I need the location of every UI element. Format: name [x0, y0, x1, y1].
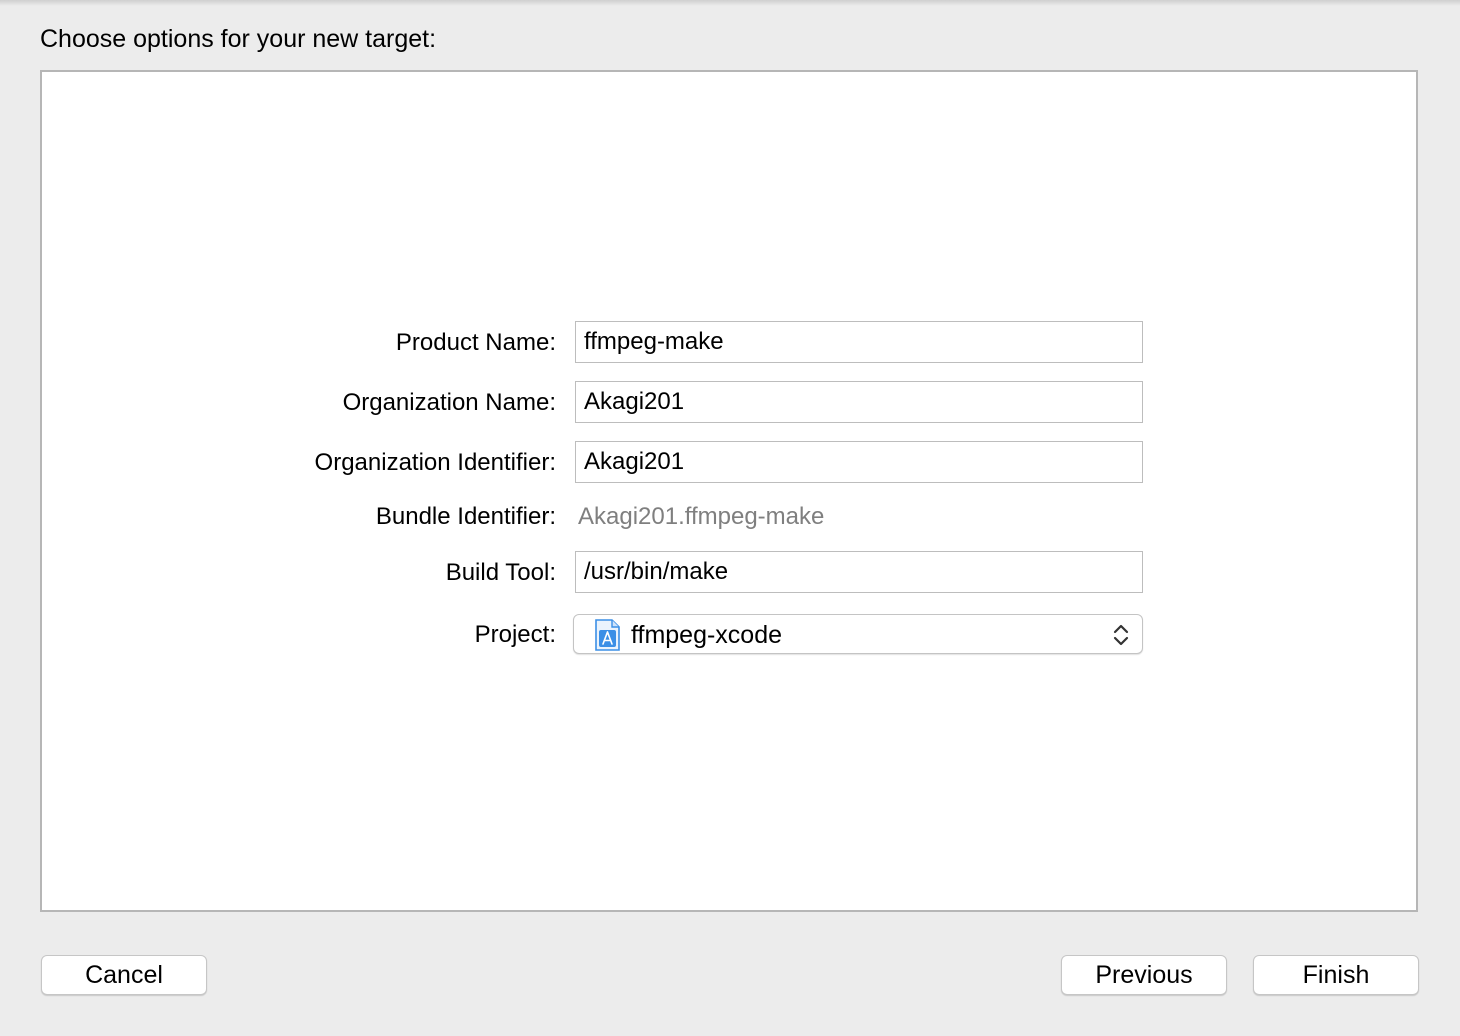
dialog-heading: Choose options for your new target: — [40, 25, 437, 53]
organization-identifier-label: Organization Identifier: — [314, 449, 556, 476]
project-label: Project: — [474, 621, 556, 648]
cancel-button[interactable]: Cancel — [41, 955, 207, 995]
finish-button[interactable]: Finish — [1253, 955, 1419, 995]
bundle-identifier-value: Akagi201.ffmpeg-make — [578, 503, 825, 530]
project-popup-button[interactable]: ffmpeg-xcode — [573, 614, 1143, 654]
organization-name-label: Organization Name: — [342, 389, 556, 416]
previous-button[interactable]: Previous — [1061, 955, 1227, 995]
up-down-chevron-icon — [1113, 624, 1129, 646]
project-popup-value: ffmpeg-xcode — [631, 621, 783, 649]
organization-identifier-field[interactable] — [575, 441, 1143, 483]
bundle-identifier-label: Bundle Identifier: — [375, 503, 556, 530]
options-panel — [40, 70, 1418, 912]
xcode-project-icon — [595, 619, 620, 651]
build-tool-field[interactable] — [575, 551, 1143, 593]
product-name-field[interactable] — [575, 321, 1143, 363]
build-tool-label: Build Tool: — [445, 559, 556, 586]
window-top-edge — [0, 0, 1460, 6]
product-name-label: Product Name: — [395, 329, 556, 356]
organization-name-field[interactable] — [575, 381, 1143, 423]
